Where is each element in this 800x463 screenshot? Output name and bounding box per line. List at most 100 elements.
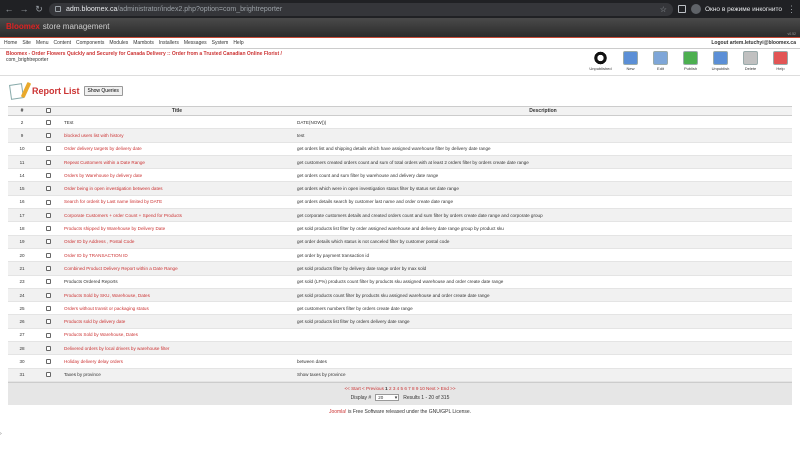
back-icon[interactable]: ← bbox=[4, 0, 14, 18]
row-title[interactable]: Search for orderit by Last name limited … bbox=[64, 199, 162, 204]
row-checkbox[interactable] bbox=[45, 212, 51, 218]
logout-link[interactable]: Logout artem.letuchyi@bloomex.ca bbox=[711, 40, 796, 46]
row-title-cell: Products Ordered Reports bbox=[60, 275, 294, 289]
toolbar-label: Unpublish bbox=[711, 66, 730, 71]
menu-site[interactable]: Site bbox=[22, 40, 31, 46]
row-title-cell: Products sold by delivery date bbox=[60, 314, 294, 329]
row-title[interactable]: Combined Product Delivery Report within … bbox=[64, 266, 178, 271]
bookmark-star-icon[interactable]: ☆ bbox=[660, 5, 667, 14]
row-title-cell: Taxes by province bbox=[60, 368, 294, 382]
row-title-cell: Order ID by Address , Postal Code bbox=[60, 235, 294, 249]
edit-icon bbox=[653, 51, 668, 65]
expand-icon[interactable]: › bbox=[0, 431, 2, 437]
pager-start-prev[interactable]: << Start < Previous bbox=[344, 386, 385, 391]
menu-menu[interactable]: Menu bbox=[36, 40, 49, 46]
row-checkbox[interactable] bbox=[45, 186, 51, 192]
incognito-indicator[interactable]: Окно в режиме инкогнито bbox=[690, 4, 782, 14]
row-title[interactable]: Order delivery targets by delivery date bbox=[64, 146, 142, 151]
row-checkbox[interactable] bbox=[45, 319, 51, 325]
limit-select[interactable]: 20 bbox=[375, 394, 400, 402]
row-checkbox[interactable] bbox=[45, 226, 51, 232]
row-checkbox[interactable] bbox=[45, 305, 51, 311]
toolbar-label: Delete bbox=[744, 66, 757, 71]
menu-content[interactable]: Content bbox=[53, 40, 71, 46]
pager: << Start < Previous 1 2 3 4 5 6 7 8 9 10… bbox=[344, 386, 455, 391]
row-checkbox[interactable] bbox=[45, 292, 51, 298]
row-title[interactable]: Holiday delivery delay orders bbox=[64, 359, 123, 364]
menu-components[interactable]: Components bbox=[76, 40, 104, 46]
row-checkbox-cell bbox=[36, 341, 60, 356]
row-checkbox-cell bbox=[36, 261, 60, 276]
show-queries-button[interactable]: Show Queries bbox=[83, 86, 123, 96]
row-description: test bbox=[294, 128, 792, 143]
menu-mambots[interactable]: Mambots bbox=[133, 40, 154, 46]
menu-modules[interactable]: Modules bbox=[109, 40, 128, 46]
row-checkbox[interactable] bbox=[45, 266, 51, 272]
row-title[interactable]: Order ID by TRANSACTION ID bbox=[64, 253, 128, 258]
row-title[interactable]: Products shipped by Warehouse by Deliver… bbox=[64, 226, 165, 231]
row-checkbox[interactable] bbox=[45, 119, 51, 125]
publish-icon bbox=[683, 51, 698, 65]
row-checkbox-cell bbox=[36, 248, 60, 263]
toolbar-unpublished-button[interactable]: Unpublished bbox=[587, 51, 614, 71]
toolbar-new-button[interactable]: New bbox=[617, 51, 644, 71]
row-title[interactable]: Products sold by delivery date bbox=[64, 319, 125, 324]
toolbar-help-button[interactable]: Help bbox=[767, 51, 794, 71]
row-checkbox[interactable] bbox=[45, 159, 51, 165]
row-checkbox[interactable] bbox=[45, 239, 51, 245]
row-title-cell: Holiday delivery delay orders bbox=[60, 354, 294, 369]
table-row: 10 Order delivery targets by delivery dat… bbox=[8, 142, 792, 156]
table-row: 30 Holiday delivery delay orders between d… bbox=[8, 354, 792, 369]
col-header-num: # bbox=[8, 106, 36, 116]
reload-icon[interactable]: ↻ bbox=[34, 0, 44, 18]
toolbar-publish-button[interactable]: Publish bbox=[677, 51, 704, 71]
toolbar-unpublish-button[interactable]: Unpublish bbox=[707, 51, 734, 71]
row-title[interactable]: Orders without transit or packaging stat… bbox=[64, 306, 149, 311]
table-row: 9 blocked users list with history test bbox=[8, 128, 792, 143]
pager-pages[interactable]: 2 3 4 5 6 7 8 9 10 bbox=[388, 386, 426, 391]
row-checkbox[interactable] bbox=[45, 359, 51, 365]
row-checkbox[interactable] bbox=[45, 345, 51, 351]
row-checkbox[interactable] bbox=[45, 199, 51, 205]
row-checkbox[interactable] bbox=[45, 133, 51, 139]
row-title[interactable]: Repeat Customers within a Date Range bbox=[64, 160, 145, 165]
row-checkbox[interactable] bbox=[45, 279, 51, 285]
row-title[interactable]: Products Sold by Warehouse, Dates bbox=[64, 332, 138, 337]
row-title-cell: blocked users list with history bbox=[60, 128, 294, 143]
menu-help[interactable]: Help bbox=[233, 40, 243, 46]
row-description: get customers numbers filter by orders c… bbox=[294, 301, 792, 316]
address-bar[interactable]: adm.bloomex.ca/administrator/index2.php?… bbox=[49, 2, 673, 16]
toolbar-delete-button[interactable]: Delete bbox=[737, 51, 764, 71]
row-title[interactable]: Delivered orders by local drivers by war… bbox=[64, 346, 169, 351]
more-menu-icon[interactable]: ⋮ bbox=[787, 4, 796, 15]
row-title[interactable]: Order ID by Address , Postal Code bbox=[64, 239, 134, 244]
report-table: # Title Description 2 TEst DATE(NOW()) 9 blo… bbox=[8, 106, 792, 382]
breadcrumb: Bloomex - Order Flowers Quickly and Secu… bbox=[6, 51, 326, 63]
extension-icon[interactable] bbox=[677, 5, 686, 13]
row-title[interactable]: Products Sold by SKU, Warehouse, Dates bbox=[64, 293, 150, 298]
col-header-title[interactable]: Title bbox=[60, 106, 294, 116]
row-checkbox[interactable] bbox=[45, 252, 51, 258]
row-checkbox[interactable] bbox=[45, 146, 51, 152]
row-id: 26 bbox=[8, 314, 36, 329]
row-title[interactable]: Order being in open investigation betwee… bbox=[64, 186, 163, 191]
col-header-description[interactable]: Description bbox=[294, 106, 792, 116]
row-description: Show taxes by province bbox=[294, 368, 792, 382]
row-title[interactable]: blocked users list with history bbox=[64, 133, 124, 138]
row-checkbox[interactable] bbox=[45, 372, 51, 378]
menu-system[interactable]: System bbox=[212, 40, 229, 46]
select-all-checkbox[interactable] bbox=[45, 108, 51, 114]
row-checkbox[interactable] bbox=[45, 172, 51, 178]
row-description: get sold products list filter by orders … bbox=[294, 314, 792, 329]
joomla-link[interactable]: Joomla! bbox=[329, 409, 347, 415]
toolbar-edit-button[interactable]: Edit bbox=[647, 51, 674, 71]
forward-icon[interactable]: → bbox=[19, 0, 29, 18]
pager-next-end[interactable]: Next > End >> bbox=[426, 386, 456, 391]
row-checkbox[interactable] bbox=[45, 332, 51, 338]
menu-home[interactable]: Home bbox=[4, 40, 17, 46]
menu-messages[interactable]: Messages bbox=[184, 40, 207, 46]
row-title[interactable]: Orders by Warehouse by delivery date bbox=[64, 173, 142, 178]
toolbar-label: Unpublished bbox=[589, 66, 612, 71]
menu-installers[interactable]: Installers bbox=[159, 40, 179, 46]
row-title[interactable]: Corporate Customers + order Count + Spen… bbox=[64, 213, 182, 218]
